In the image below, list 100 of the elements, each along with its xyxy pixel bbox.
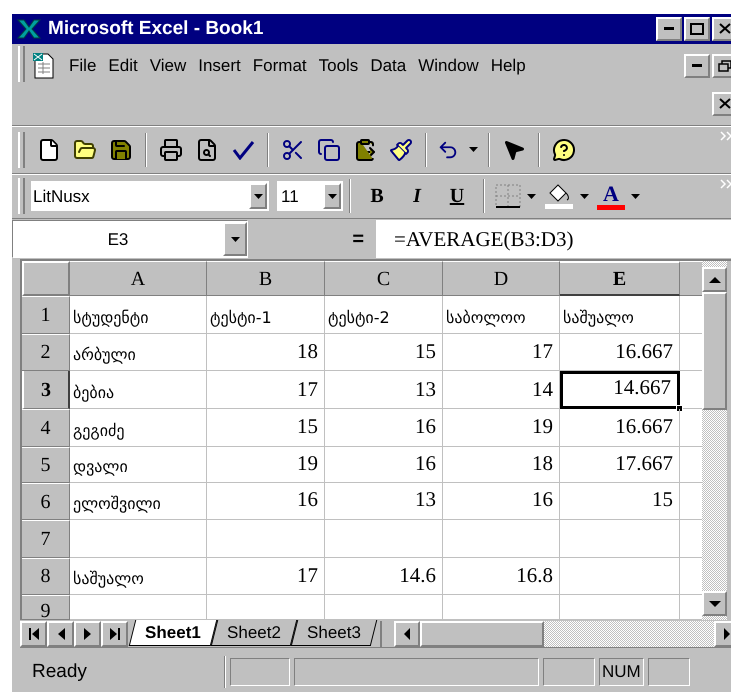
paintbrush-icon — [389, 138, 413, 162]
row-header[interactable]: 1 — [22, 296, 70, 334]
sheet-navigation-button[interactable] — [101, 620, 128, 647]
status-panel — [230, 658, 290, 686]
sheet-tab[interactable]: Sheet1 — [128, 620, 217, 646]
dropdown-arrow-icon — [254, 194, 262, 199]
sheet-navigation-button[interactable] — [20, 620, 47, 647]
page-magnifier-icon — [195, 138, 219, 162]
scroll-thumb[interactable] — [702, 292, 727, 410]
scroll-thumb[interactable] — [420, 620, 544, 647]
table-cell: საშუალო — [560, 296, 680, 334]
scroll-down-button[interactable] — [702, 591, 727, 616]
menu-item[interactable]: View — [150, 53, 186, 79]
right-arrow-icon — [108, 626, 120, 641]
enter-formula-label[interactable]: = — [352, 224, 364, 254]
table-cell: ელოშვილი — [70, 483, 207, 520]
underline-button[interactable]: U — [437, 179, 477, 214]
row-header[interactable]: 4 — [22, 409, 70, 447]
table-cell: 16 — [443, 483, 560, 520]
table-cell: არბული — [70, 334, 207, 372]
row-header[interactable]: 7 — [22, 520, 70, 558]
minimize-button[interactable] — [656, 16, 682, 41]
toolbar-grip[interactable] — [18, 46, 25, 82]
menu-item[interactable]: Help — [490, 53, 526, 79]
table-cell: 19 — [207, 446, 325, 484]
maximize-button[interactable] — [684, 16, 710, 41]
table-cell: სტუდენტი — [70, 296, 207, 334]
minimize-workbook-button[interactable] — [684, 54, 710, 78]
row-header[interactable]: 2 — [22, 334, 70, 372]
row-header[interactable]: 3 — [22, 371, 70, 410]
horizontal-scrollbar[interactable] — [394, 620, 731, 647]
menu-item[interactable]: File — [69, 53, 96, 79]
down-arrow-icon — [708, 600, 720, 607]
menu-item[interactable]: Format — [252, 53, 307, 79]
table-cell: 17 — [207, 371, 325, 410]
table-cell: 14.6 — [325, 558, 443, 596]
scissors-icon — [281, 138, 305, 162]
column-header[interactable]: D — [443, 261, 560, 296]
menu-item[interactable]: Tools — [318, 53, 358, 79]
table-cell: 18 — [207, 334, 325, 372]
row-header[interactable]: 5 — [22, 446, 70, 484]
table-cell: ტესტი-1 — [207, 296, 325, 334]
table-cell: 16 — [325, 446, 443, 484]
row-header[interactable]: 9 — [22, 595, 70, 620]
table-cell: 13 — [325, 483, 443, 520]
menu-item[interactable]: Window — [418, 53, 479, 79]
table-cell: დვალი — [70, 446, 207, 484]
row-header[interactable]: 6 — [22, 483, 70, 520]
table-cell: 15 — [207, 409, 325, 447]
menu-item[interactable]: Data — [370, 53, 406, 79]
formula-field[interactable]: =AVERAGE(B3:D3) — [376, 220, 731, 258]
folder-icon — [73, 138, 97, 162]
row-header[interactable]: 8 — [22, 558, 70, 596]
close-button[interactable] — [712, 16, 731, 41]
toolbar-grip[interactable] — [18, 178, 25, 214]
sheet-tab[interactable]: Sheet3 — [290, 620, 377, 646]
font-color-letter: A — [603, 182, 619, 205]
dropdown-arrow-icon — [469, 147, 478, 152]
restore-workbook-button[interactable] — [712, 54, 731, 78]
clipboard-icon — [353, 138, 377, 162]
italic-button[interactable]: I — [397, 179, 437, 214]
vertical-scrollbar[interactable] — [702, 261, 727, 620]
dropdown-arrow-icon — [580, 194, 589, 199]
table-cell: 13 — [325, 371, 443, 410]
sheet-tab[interactable]: Sheet2 — [210, 620, 297, 646]
sheet-navigation-button[interactable] — [47, 620, 74, 647]
sheet-navigation-button[interactable] — [74, 620, 101, 647]
menu-item[interactable]: Edit — [108, 53, 138, 79]
bold-button[interactable]: B — [357, 179, 397, 214]
column-header[interactable]: C — [325, 261, 443, 296]
excel-logo-icon — [16, 18, 42, 40]
status-indicator: NUM — [599, 658, 644, 686]
copy-icon — [317, 138, 341, 162]
close-workbook-button[interactable] — [712, 92, 731, 116]
menu-item[interactable]: Insert — [198, 53, 241, 79]
fill-handle[interactable] — [676, 405, 683, 412]
undo-arrow-icon — [437, 138, 459, 161]
window-title: Microsoft Excel - Book1 — [48, 16, 264, 41]
table-cell: 16.667 — [560, 334, 680, 372]
column-header[interactable]: A — [70, 261, 207, 296]
maximize-icon — [690, 22, 704, 35]
scroll-up-button[interactable] — [702, 267, 727, 292]
table-cell: 17 — [207, 558, 325, 596]
font-size-dropdown[interactable]: 11 — [277, 181, 343, 212]
toolbar-grip[interactable] — [18, 132, 25, 168]
name-box[interactable]: E3 — [12, 220, 248, 258]
dropdown-arrow-icon — [631, 194, 640, 199]
status-panel — [648, 658, 690, 686]
font-name-dropdown[interactable]: LitNusx — [31, 181, 269, 212]
column-header[interactable]: E — [560, 261, 680, 296]
scroll-left-button[interactable] — [394, 620, 420, 647]
up-arrow-icon — [708, 276, 720, 283]
select-all-corner[interactable] — [22, 261, 70, 296]
speech-bubble-question-icon — [552, 138, 576, 162]
check-mark-icon — [231, 140, 255, 160]
column-header[interactable] — [680, 261, 702, 296]
table-cell: 16 — [325, 409, 443, 447]
minimize-icon — [692, 64, 702, 68]
font-color-button[interactable]: A — [593, 179, 644, 214]
column-header[interactable]: B — [207, 261, 325, 296]
